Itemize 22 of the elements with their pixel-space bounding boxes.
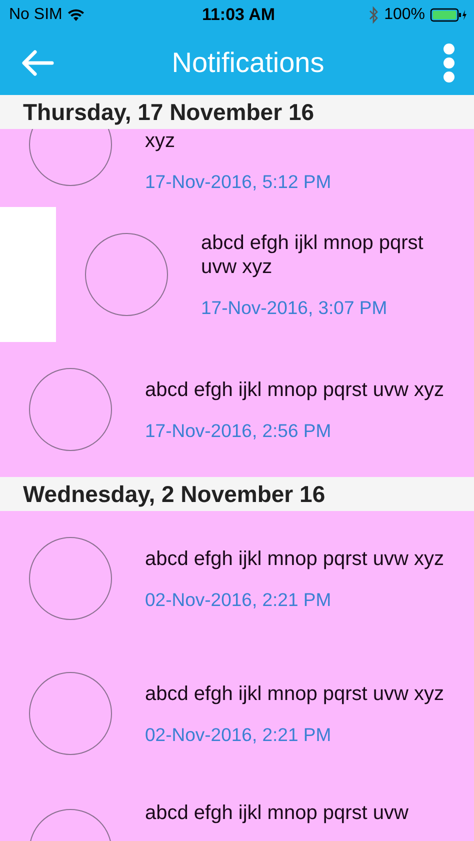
notification-message: abcd efgh ijkl mnop pqrst uvw xyz: [145, 682, 444, 706]
notification-time: 02-Nov-2016, 2:21 PM: [145, 724, 332, 746]
status-time: 11:03 AM: [202, 5, 276, 25]
carrier-label: No SIM: [9, 6, 62, 24]
notification-time: 02-Nov-2016, 2:21 PM: [145, 588, 332, 610]
battery-percent: 100%: [384, 6, 425, 24]
notification-message: abcd efgh ijkl mnop pqrst uvw xyz: [145, 378, 444, 402]
section-date: Thursday, 17 November 16: [23, 98, 314, 126]
section-date: Wednesday, 2 November 16: [23, 480, 326, 508]
notification-message: xyz: [145, 129, 176, 153]
screen-title: Notifications: [172, 46, 324, 78]
wifi-icon: [68, 8, 84, 22]
notification-message: abcd efgh ijkl mnop pqrst uvw xyz: [145, 546, 444, 570]
battery-icon: [430, 7, 468, 23]
notification-time: 17-Nov-2016, 3:07 PM: [201, 296, 388, 318]
back-arrow-icon[interactable]: [22, 50, 54, 76]
notification-time: 17-Nov-2016, 2:56 PM: [145, 420, 332, 442]
notification-message: abcd efgh ijkl mnop pqrst uvw: [145, 801, 408, 825]
notification-message: abcd efgh ijkl mnop pqrst uvw xyz: [201, 230, 424, 278]
bluetooth-icon: [369, 6, 380, 24]
notification-time: 17-Nov-2016, 5:12 PM: [145, 171, 332, 193]
more-options-icon[interactable]: [442, 42, 456, 82]
